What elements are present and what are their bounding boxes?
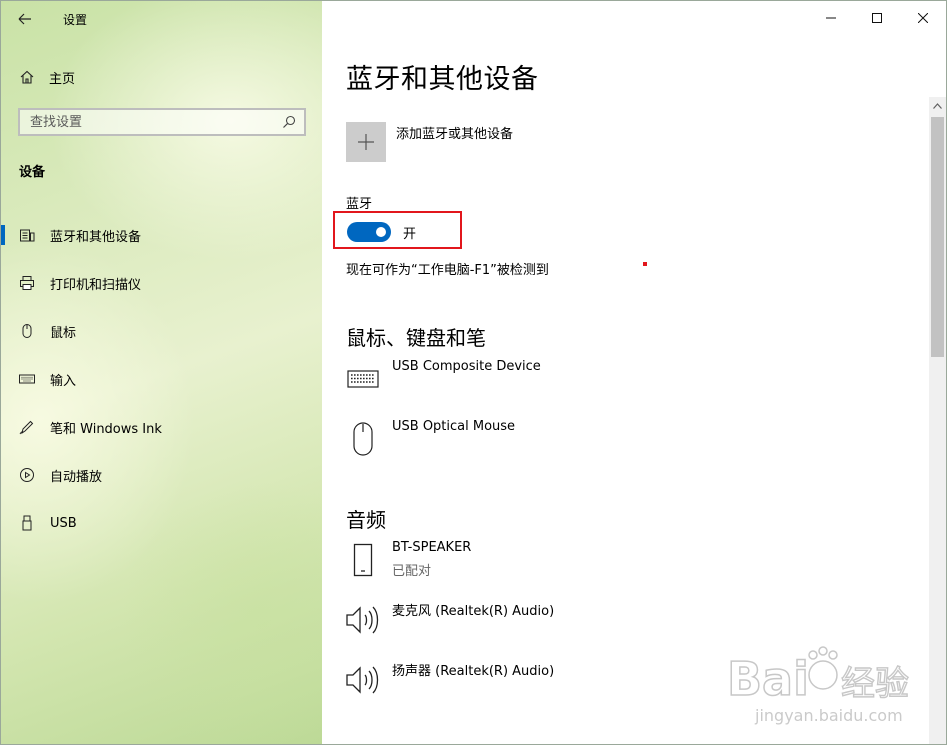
speaker-icon <box>346 606 379 634</box>
device-name: USB Optical Mouse <box>392 419 516 434</box>
chevron-up-icon <box>933 102 942 109</box>
section-title: 设备 <box>19 165 46 180</box>
device-item[interactable]: 麦克风 (Realtek(R) Audio) <box>346 600 746 644</box>
main-content: 蓝牙和其他设备 添加蓝牙或其他设备 蓝牙 开 现在可作为“工作电脑-F1”被检测… <box>322 1 946 744</box>
add-device-button[interactable] <box>346 122 386 162</box>
scrollbar[interactable] <box>929 97 946 744</box>
sidebar-item-bluetooth[interactable]: 蓝牙和其他设备 <box>1 211 322 259</box>
baidu-jingyan-watermark: Bai 经验 jingyan.baidu.com <box>726 646 910 725</box>
settings-window: 设置 主页 设备 蓝牙和其他设备 <box>0 0 947 745</box>
home-icon <box>20 70 34 84</box>
phone-icon <box>353 543 373 577</box>
sidebar-item-label: 蓝牙和其他设备 <box>50 229 142 245</box>
plus-icon <box>358 134 374 150</box>
bluetooth-toggle[interactable] <box>347 222 391 242</box>
mouse-icon <box>22 324 32 338</box>
device-name: 扬声器 (Realtek(R) Audio) <box>392 664 555 679</box>
red-marker <box>643 262 647 266</box>
sidebar-item-label: 输入 <box>50 373 77 389</box>
autoplay-icon <box>20 468 34 482</box>
device-item[interactable]: 扬声器 (Realtek(R) Audio) <box>346 660 746 704</box>
device-name: 麦克风 (Realtek(R) Audio) <box>392 604 555 619</box>
keyboard-icon <box>19 374 35 384</box>
bluetooth-devices-icon <box>20 229 35 242</box>
device-status: 已配对 <box>392 564 432 579</box>
bluetooth-label: 蓝牙 <box>346 197 373 212</box>
sidebar-item-printers[interactable]: 打印机和扫描仪 <box>1 259 322 307</box>
add-device-label[interactable]: 添加蓝牙或其他设备 <box>396 123 513 142</box>
page-title: 蓝牙和其他设备 <box>346 64 539 95</box>
sidebar-item-typing[interactable]: 输入 <box>1 355 322 403</box>
back-button[interactable] <box>15 9 37 29</box>
close-icon <box>918 13 928 23</box>
device-name: USB Composite Device <box>392 359 541 374</box>
home-label: 主页 <box>49 71 76 87</box>
app-title: 设置 <box>63 13 88 27</box>
sidebar-item-label: 自动播放 <box>50 469 103 485</box>
svg-text:Bai: Bai <box>727 652 809 706</box>
minimize-button[interactable] <box>808 1 854 35</box>
device-item[interactable]: BT-SPEAKER 已配对 <box>346 540 746 584</box>
device-item[interactable]: USB Composite Device <box>346 359 746 403</box>
printer-icon <box>20 276 34 290</box>
minimize-icon <box>826 17 836 19</box>
sidebar-item-mouse[interactable]: 鼠标 <box>1 307 322 355</box>
usb-icon <box>22 515 32 531</box>
bluetooth-state-text: 开 <box>403 227 417 242</box>
scroll-thumb[interactable] <box>931 117 944 357</box>
search-icon[interactable] <box>282 115 296 129</box>
back-arrow-icon <box>18 13 31 25</box>
sidebar-item-pen[interactable]: 笔和 Windows Ink <box>1 403 322 451</box>
device-name: BT-SPEAKER <box>392 540 472 555</box>
svg-text:jingyan.baidu.com: jingyan.baidu.com <box>754 706 903 725</box>
svg-text:经验: 经验 <box>841 664 909 704</box>
mouse-icon <box>353 422 373 456</box>
sidebar-item-label: 打印机和扫描仪 <box>50 277 142 293</box>
sidebar: 设置 主页 设备 蓝牙和其他设备 <box>1 1 322 744</box>
sidebar-item-home[interactable]: 主页 <box>19 67 75 87</box>
sidebar-item-label: 鼠标 <box>50 325 77 341</box>
sidebar-item-usb[interactable]: USB <box>1 499 322 547</box>
title-bar: 设置 <box>1 1 322 37</box>
pen-icon <box>19 420 34 435</box>
sidebar-item-autoplay[interactable]: 自动播放 <box>1 451 322 499</box>
toggle-knob <box>376 227 386 237</box>
maximize-icon <box>872 13 882 23</box>
group-title-input-devices: 鼠标、键盘和笔 <box>346 326 486 350</box>
window-controls <box>808 1 946 37</box>
speaker-icon <box>346 666 379 694</box>
scroll-up-button[interactable] <box>929 97 946 114</box>
device-item[interactable]: USB Optical Mouse <box>346 419 746 463</box>
search-box <box>18 108 306 136</box>
close-button[interactable] <box>900 1 946 35</box>
sidebar-item-label: 笔和 Windows Ink <box>50 421 162 437</box>
group-title-audio: 音频 <box>346 508 386 532</box>
sidebar-item-label: USB <box>50 515 77 531</box>
maximize-button[interactable] <box>854 1 900 35</box>
search-input[interactable] <box>20 110 270 134</box>
keyboard-icon <box>347 370 379 388</box>
discoverable-text: 现在可作为“工作电脑-F1”被检测到 <box>346 263 549 278</box>
bluetooth-toggle-highlight: 开 <box>333 211 462 249</box>
sidebar-nav: 蓝牙和其他设备 打印机和扫描仪 鼠标 输入 笔和 Windows Ink 自动播… <box>1 211 322 547</box>
